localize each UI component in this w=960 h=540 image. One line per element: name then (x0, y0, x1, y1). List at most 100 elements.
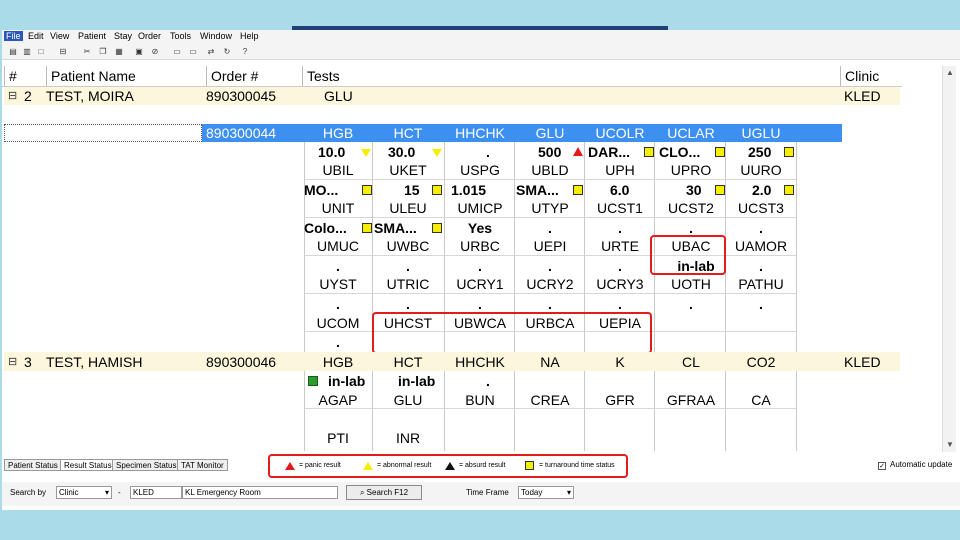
grid-line (584, 371, 585, 451)
test-code: UWBC (386, 238, 430, 254)
menu-tools[interactable]: Tools (170, 31, 191, 41)
absurd-flag-icon (445, 462, 455, 470)
grid-line (304, 179, 796, 180)
search-by-label: Search by (10, 488, 47, 497)
order-icon[interactable]: ▣ (134, 47, 144, 57)
row-num: 3 (24, 354, 32, 370)
forbid-icon[interactable]: ⊘ (150, 47, 160, 57)
test-code: UCST3 (738, 200, 784, 216)
test-code: UCOM (316, 315, 360, 331)
test-code: UPRO (670, 162, 712, 178)
column-header-clinic[interactable]: Clinic (840, 66, 902, 87)
clinic-code: KLED (844, 88, 881, 104)
collapse-icon[interactable]: ⊟ (8, 90, 17, 102)
turnaround-flag-icon (644, 147, 654, 157)
column-header-num[interactable]: # (4, 66, 46, 87)
vertical-scrollbar[interactable]: ▲ ▼ (942, 66, 956, 452)
help-icon[interactable]: ? (240, 47, 250, 57)
collapse-icon[interactable]: ⊟ (8, 356, 17, 368)
test-code: PTI (327, 430, 349, 446)
table-row[interactable] (4, 87, 900, 105)
column-header-order[interactable]: Order # (206, 66, 302, 87)
grid-line (654, 371, 655, 451)
menu-stay[interactable]: Stay (114, 31, 132, 41)
new-icon[interactable]: □ (36, 47, 46, 57)
test-code: UBLD (531, 162, 569, 178)
transfer-icon[interactable]: ⇄ (206, 47, 216, 57)
selected-row-outline (4, 124, 202, 142)
search-by-select[interactable]: Clinic ▾ (56, 486, 112, 499)
toolbar: ▤ ▥ □ ⊟ ✂ ❐ ▦ ▣ ⊘ ▭ ▭ ⇄ ↻ ? (2, 44, 960, 60)
filter-icon[interactable]: ⊟ (58, 47, 68, 57)
search-button[interactable]: ⌕ Search F12 (346, 485, 422, 500)
column-header-tests[interactable]: Tests (302, 66, 840, 87)
search-by-value: Clinic (59, 488, 79, 497)
tab-result-status[interactable]: Result Status (60, 459, 116, 471)
clinic-code-field[interactable]: KLED (130, 486, 182, 499)
result-value: 250 (748, 144, 772, 160)
tab-tat-monitor[interactable]: TAT Monitor (177, 459, 228, 471)
menu-help[interactable]: Help (240, 31, 259, 41)
test-code: UCLAR (667, 125, 715, 141)
test-code: CREA (530, 392, 570, 408)
clinic-code: KLED (844, 354, 881, 370)
search-icon: ⌕ (359, 488, 367, 497)
print-preview-icon[interactable]: ▥ (22, 47, 32, 57)
auto-update-checkbox[interactable]: ✓ (878, 462, 886, 470)
legend-absurd: = absurd result (459, 462, 506, 469)
result-value: . (336, 258, 340, 274)
menu-edit[interactable]: Edit (28, 31, 44, 41)
result-value: 2.0 (752, 182, 772, 198)
turnaround-flag-icon (362, 223, 372, 233)
scroll-up-icon[interactable]: ▲ (945, 68, 955, 78)
menu-view[interactable]: View (50, 31, 69, 41)
print-icon[interactable]: ▤ (8, 47, 18, 57)
window2-icon[interactable]: ▭ (188, 47, 198, 57)
patient-name: TEST, HAMISH (46, 354, 143, 370)
test-code: UCRY2 (526, 276, 574, 292)
result-value: . (486, 144, 490, 160)
test-code: ULEU (389, 200, 427, 216)
result-value: SMA... (516, 182, 559, 198)
menu-order[interactable]: Order (138, 31, 161, 41)
test-code: UOTH (671, 276, 711, 292)
tab-patient-status[interactable]: Patient Status (4, 459, 62, 471)
menu-window[interactable]: Window (200, 31, 232, 41)
result-value: . (618, 258, 622, 274)
result-value: . (689, 296, 693, 312)
result-value: 30.0 (388, 144, 416, 160)
test-code: UAMOR (734, 238, 788, 254)
refresh-icon[interactable]: ↻ (222, 47, 232, 57)
window-icon[interactable]: ▭ (172, 47, 182, 57)
scroll-down-icon[interactable]: ▼ (945, 440, 955, 450)
chevron-down-icon: ▾ (104, 488, 109, 497)
menu-file[interactable]: File (4, 31, 23, 41)
turnaround-flag-icon (525, 461, 534, 470)
cut-icon[interactable]: ✂ (82, 47, 92, 57)
paste-icon[interactable]: ▦ (114, 47, 124, 57)
copy-icon[interactable]: ❐ (98, 47, 108, 57)
menu-patient[interactable]: Patient (78, 31, 106, 41)
time-frame-select[interactable]: Today ▾ (518, 486, 574, 499)
column-header-patient[interactable]: Patient Name (46, 66, 206, 87)
test-code: UYST (319, 276, 357, 292)
tab-specimen-status[interactable]: Specimen Status (112, 459, 181, 471)
test-code: URBC (460, 238, 500, 254)
test-code: INR (395, 430, 421, 446)
result-value: . (759, 258, 763, 274)
test-code: UTRIC (386, 276, 430, 292)
status-check-icon (308, 376, 318, 386)
test-code: UGLU (741, 125, 781, 141)
test-code: UTYP (531, 200, 569, 216)
test-code: UCRY3 (596, 276, 644, 292)
test-code: UEPI (533, 238, 567, 254)
result-value: . (406, 296, 410, 312)
test-code: UURO (740, 162, 782, 178)
turnaround-flag-icon (432, 223, 442, 233)
grid-line (725, 371, 726, 451)
result-value: . (478, 296, 482, 312)
result-value: 30 (686, 182, 702, 198)
grid-line (304, 217, 796, 218)
test-code: CA (751, 392, 771, 408)
panic-flag-icon (285, 462, 295, 470)
